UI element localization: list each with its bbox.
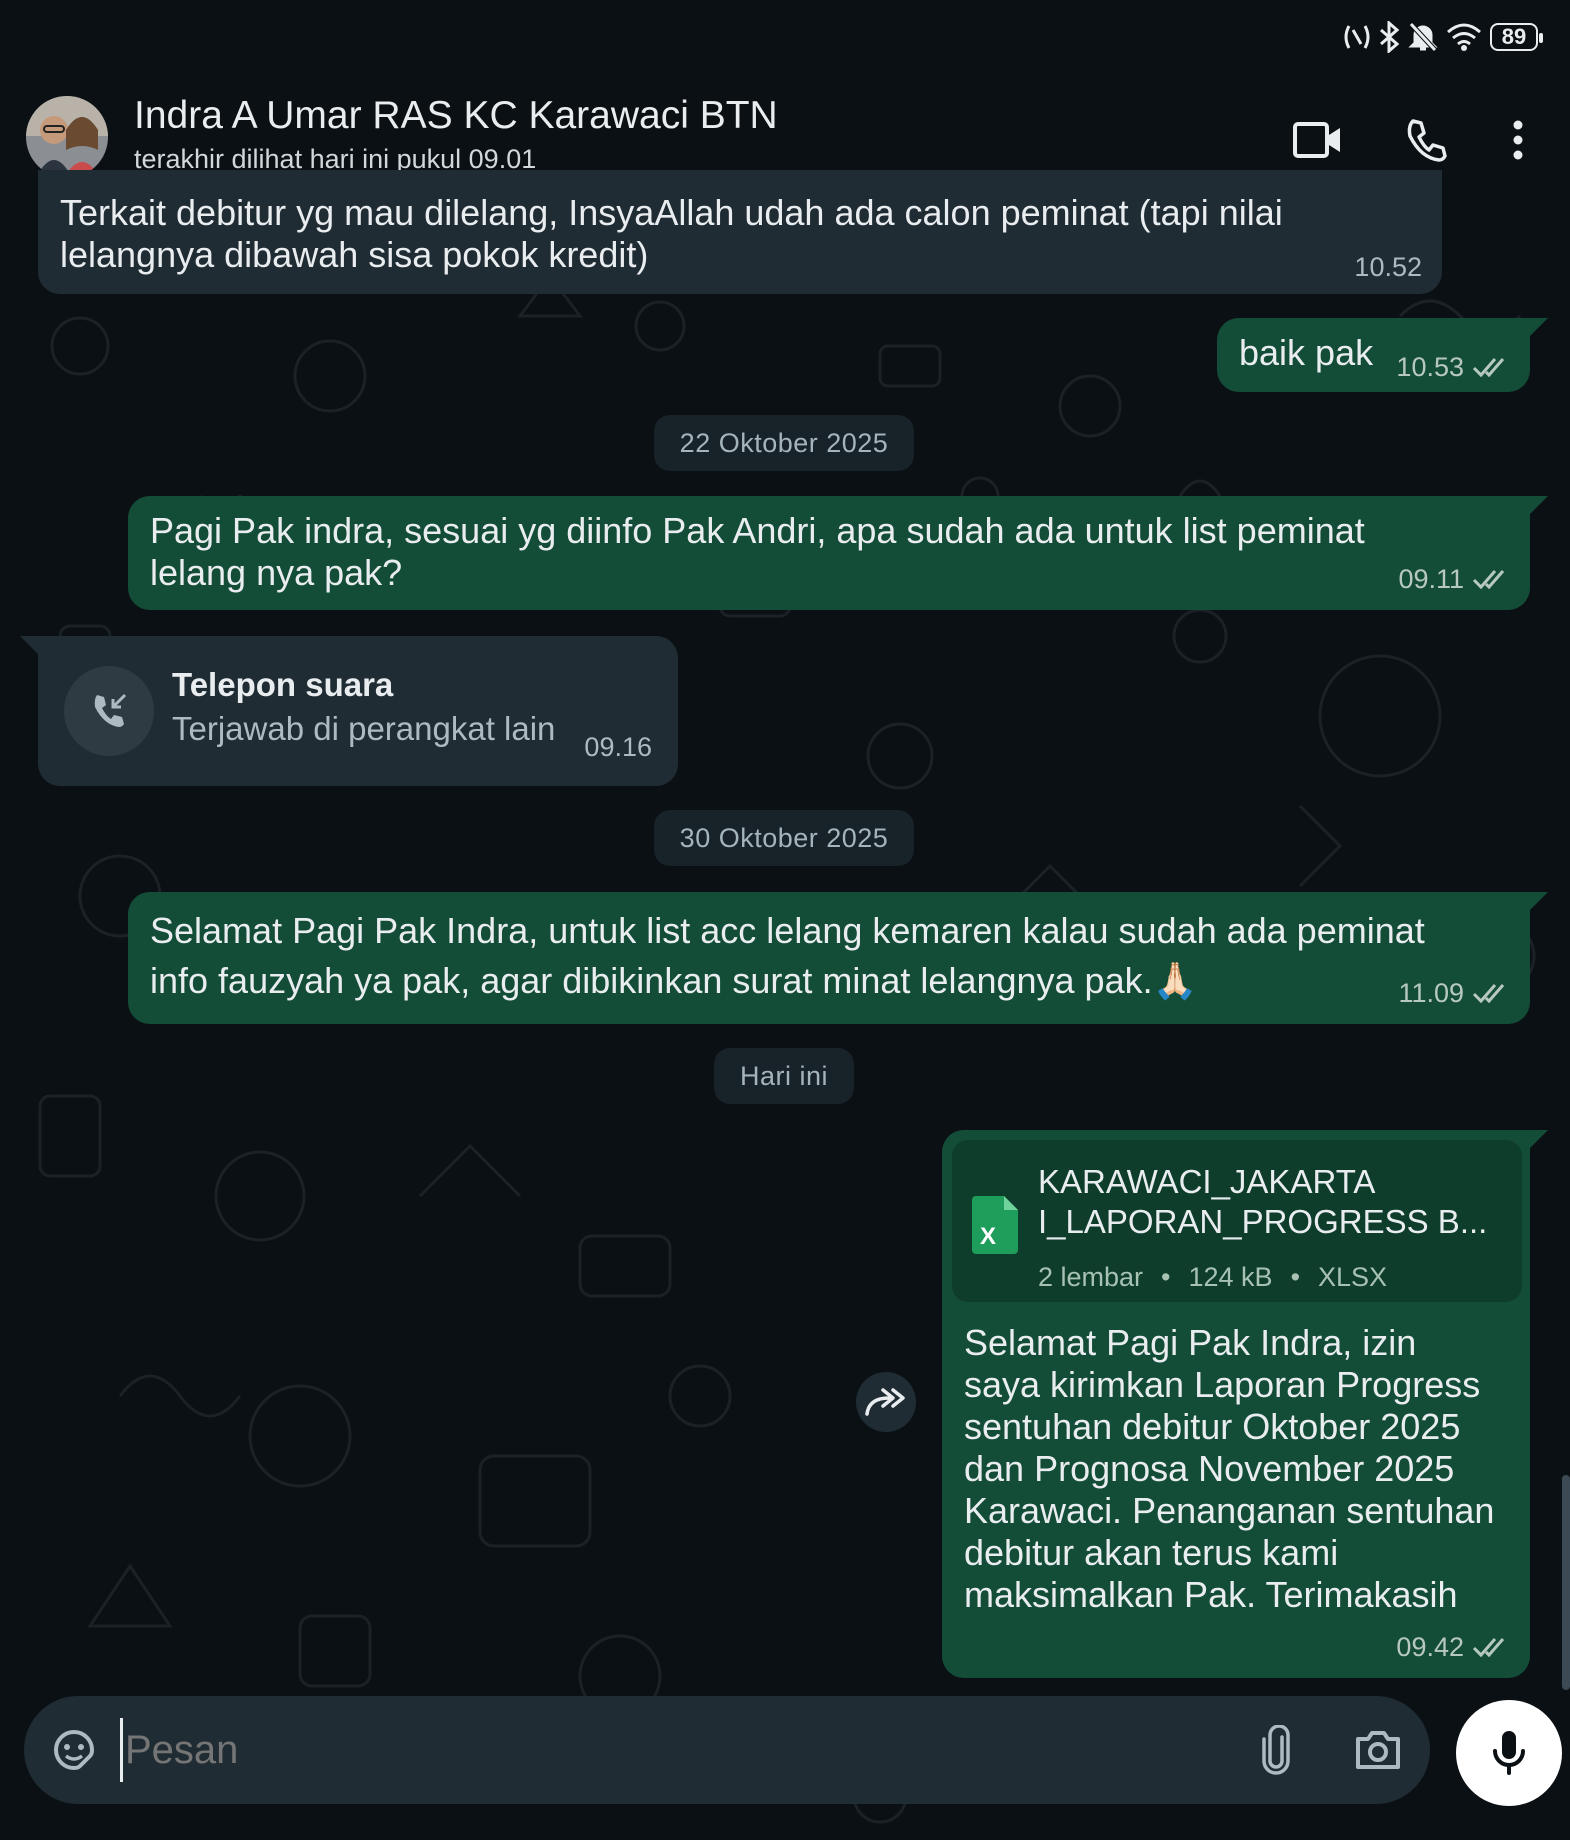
caption-line: sentuhan debitur Oktober 2025 [964, 1406, 1461, 1447]
mute-bell-icon [1408, 22, 1438, 52]
video-camera-icon [1293, 122, 1340, 158]
message-meta: 10.52 [1354, 246, 1422, 288]
caption-line: Selamat Pagi Pak Indra, izin [964, 1322, 1417, 1363]
voice-message-button[interactable] [1456, 1700, 1562, 1806]
video-call-button[interactable] [1290, 112, 1346, 168]
message-meta: 09.11 [1398, 558, 1510, 600]
sticker-icon [53, 1730, 95, 1771]
caption-line: debitur akan terus kami [964, 1532, 1339, 1573]
phone-icon [1407, 119, 1447, 162]
message-text: Terkait debitur yg mau dilelang, InsyaAl… [60, 192, 1283, 276]
message-outgoing[interactable]: Pagi Pak indra, sesuai yg diinfo Pak And… [128, 496, 1548, 610]
caption-line: dan Prognosa November 2025 [964, 1448, 1455, 1489]
message-text-line: lelang nya pak? [150, 552, 403, 593]
voice-call-button[interactable] [1398, 112, 1454, 168]
message-input[interactable] [120, 1718, 945, 1782]
message-time: 09.16 [584, 732, 652, 762]
message-time: 11.09 [1398, 978, 1464, 1008]
double-check-icon [1472, 570, 1505, 590]
paperclip-icon [1262, 1725, 1290, 1775]
sticker-button[interactable] [46, 1722, 102, 1778]
call-subtitle: Terjawab di perangkat lain [172, 710, 556, 747]
file-pages: 2 lembar [1038, 1262, 1144, 1292]
message-text-line: Selamat Pagi Pak Indra, untuk list acc l… [150, 910, 1425, 951]
file-name-line: KARAWACI_JAKARTA [1038, 1163, 1376, 1200]
status-bar: 89 [0, 0, 1570, 72]
file-type: XLSX [1318, 1262, 1388, 1292]
bubble-tail [1526, 892, 1548, 914]
date-divider: Hari ini [714, 1048, 854, 1104]
message-outgoing[interactable]: Selamat Pagi Pak Indra, untuk list acc l… [128, 892, 1548, 1024]
message-meta: 11.09 [1398, 972, 1510, 1014]
call-title: Telepon suara [172, 666, 394, 703]
call-icon-circle [64, 666, 154, 756]
battery-level: 89 [1501, 24, 1527, 49]
message-time: 09.11 [1398, 564, 1464, 594]
message-time: 10.53 [1396, 352, 1464, 382]
camera-button[interactable] [1350, 1722, 1406, 1778]
message-incoming[interactable]: Terkait debitur yg mau dilelang, InsyaAl… [38, 170, 1442, 294]
message-text-line: lelangnya dibawah sisa pokok kredit) [60, 234, 649, 275]
message-text: Pagi Pak indra, sesuai yg diinfo Pak And… [150, 510, 1365, 594]
caption-line: Karawaci. Penanganan sentuhan [964, 1490, 1495, 1531]
double-check-icon [1472, 1638, 1505, 1658]
file-name-line: I_LAPORAN_PROGRESS B... [1038, 1203, 1488, 1240]
more-options-button[interactable] [1498, 112, 1538, 168]
nfc-icon [1344, 25, 1370, 49]
message-outgoing[interactable]: baik pak 10.53 [1217, 318, 1548, 392]
separator-dot: • [1290, 1262, 1301, 1292]
forward-icon [865, 1388, 905, 1416]
battery-indicator: 89 [1490, 23, 1543, 51]
caption-line: maksimalkan Pak. Terimakasih [964, 1574, 1458, 1615]
message-meta: 10.53 [1396, 346, 1510, 388]
bubble-tail [1526, 496, 1548, 518]
date-divider: 22 Oktober 2025 [654, 415, 914, 471]
separator-dot: • [1161, 1262, 1171, 1292]
more-vertical-icon [1513, 120, 1523, 160]
voice-call-message[interactable]: Telepon suara Terjawab di perangkat lain… [20, 636, 678, 786]
document-attachment[interactable]: X KARAWACI_JAKARTA I_LAPORAN_PROGRESS B.… [952, 1140, 1522, 1302]
scrollbar-thumb[interactable] [1562, 1475, 1570, 1690]
wifi-icon [1447, 23, 1481, 51]
date-divider: 30 Oktober 2025 [654, 810, 914, 866]
forward-button[interactable] [856, 1372, 916, 1432]
message-text-line: Terkait debitur yg mau dilelang, InsyaAl… [60, 192, 1283, 233]
excel-file-icon: X [972, 1196, 1018, 1254]
bubble-tail [20, 636, 42, 658]
message-text: baik pak [1239, 332, 1374, 373]
message-meta: 09.16 [584, 726, 652, 768]
message-text: Selamat Pagi Pak Indra, untuk list acc l… [150, 906, 1425, 1006]
caption-line: saya kirimkan Laporan Progress [964, 1364, 1481, 1405]
message-time: 09.42 [1396, 1632, 1464, 1662]
double-check-icon [1472, 358, 1505, 378]
message-text-line: Pagi Pak indra, sesuai yg diinfo Pak And… [150, 510, 1365, 551]
avatar[interactable] [26, 96, 108, 178]
avatar-image [26, 96, 108, 178]
file-info: 2 lembar • 124 kB • XLSX [1038, 1256, 1387, 1298]
message-composer [24, 1696, 1430, 1804]
message-caption: Selamat Pagi Pak Indra, izin saya kirimka… [964, 1322, 1494, 1616]
praying-hands-emoji: 🙏🏻 [1152, 960, 1198, 1001]
contact-name[interactable]: Indra A Umar RAS KC Karawaci BTN [134, 94, 778, 138]
file-name: KARAWACI_JAKARTA I_LAPORAN_PROGRESS B... [1038, 1162, 1487, 1242]
message-time: 10.52 [1354, 252, 1422, 282]
bluetooth-icon [1380, 21, 1400, 53]
attach-button[interactable] [1248, 1722, 1304, 1778]
double-check-icon [1472, 984, 1505, 1004]
message-meta: 09.42 [1396, 1626, 1510, 1668]
bubble-tail [1526, 1130, 1548, 1152]
camera-icon [1356, 1731, 1400, 1769]
microphone-icon [1493, 1731, 1525, 1775]
excel-letter: X [980, 1223, 996, 1250]
file-size: 124 kB [1188, 1262, 1273, 1292]
incoming-call-icon [94, 693, 127, 727]
message-text-line: info fauzyah ya pak, agar dibikinkan sur… [150, 960, 1153, 1001]
message-outgoing-document[interactable]: X KARAWACI_JAKARTA I_LAPORAN_PROGRESS B.… [942, 1130, 1548, 1678]
bubble-tail [1526, 318, 1548, 340]
